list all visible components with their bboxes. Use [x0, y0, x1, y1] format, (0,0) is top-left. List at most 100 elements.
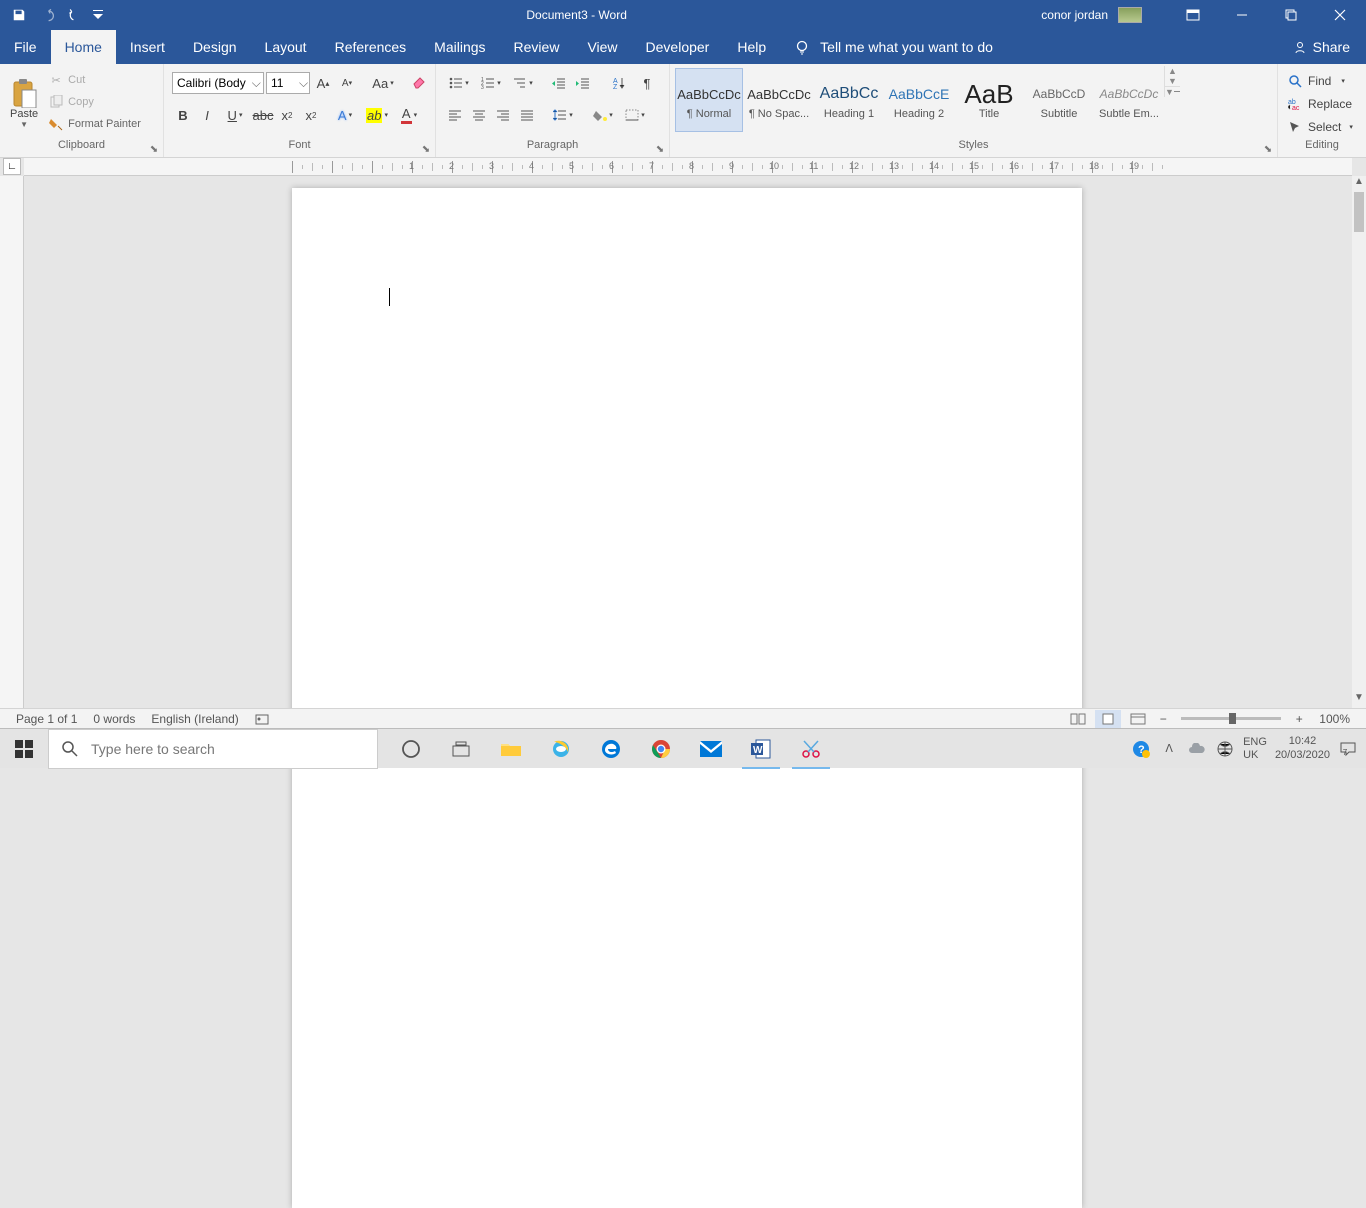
internet-explorer-button[interactable]	[538, 729, 584, 769]
zoom-level[interactable]: 100%	[1311, 712, 1358, 726]
italic-button[interactable]: I	[196, 104, 218, 126]
font-launcher[interactable]: ⬊	[419, 142, 433, 156]
edge-button[interactable]	[588, 729, 634, 769]
start-button[interactable]	[0, 729, 48, 769]
tab-developer[interactable]: Developer	[632, 30, 724, 64]
strikethrough-button[interactable]: abc	[252, 104, 274, 126]
font-color-button[interactable]: A▾	[394, 104, 424, 126]
taskbar-search[interactable]: Type here to search	[48, 729, 378, 769]
tab-help[interactable]: Help	[723, 30, 780, 64]
shading-button[interactable]: ▾	[588, 104, 618, 126]
save-button[interactable]	[6, 2, 32, 28]
borders-button[interactable]: ▾	[620, 104, 650, 126]
clipboard-launcher[interactable]: ⬊	[147, 142, 161, 156]
font-size-input[interactable]	[267, 76, 298, 90]
bullets-button[interactable]: ▾	[444, 72, 474, 94]
task-view-button[interactable]	[438, 729, 484, 769]
user-avatar[interactable]	[1118, 7, 1142, 23]
style---no-spac---[interactable]: AaBbCcDc¶ No Spac...	[745, 68, 813, 132]
zoom-slider[interactable]	[1181, 717, 1281, 720]
language-indicator[interactable]: ENG UK	[1243, 736, 1267, 760]
styles-launcher[interactable]: ⬊	[1261, 142, 1275, 156]
gallery-scroll-down[interactable]: ▼	[1165, 76, 1180, 86]
clear-formatting-button[interactable]	[408, 72, 430, 94]
macro-recording-button[interactable]	[247, 712, 277, 726]
select-button[interactable]: Select ▾	[1282, 115, 1359, 138]
scroll-thumb[interactable]	[1354, 192, 1364, 232]
scroll-down-button[interactable]: ▼	[1352, 692, 1366, 708]
web-layout-button[interactable]	[1125, 710, 1151, 728]
paragraph-launcher[interactable]: ⬊	[653, 142, 667, 156]
document-page[interactable]	[292, 188, 1082, 1208]
close-button[interactable]	[1317, 0, 1362, 30]
tab-insert[interactable]: Insert	[116, 30, 179, 64]
chevron-down-icon[interactable]: ⌵	[298, 76, 309, 91]
tab-review[interactable]: Review	[500, 30, 574, 64]
find-button[interactable]: Find ▾	[1282, 69, 1359, 92]
tab-selector-button[interactable]: ∟	[3, 158, 21, 175]
gallery-expand[interactable]: ▼	[1165, 86, 1180, 97]
sort-button[interactable]: AZ	[604, 72, 634, 94]
font-name-input[interactable]	[173, 76, 250, 90]
cortana-button[interactable]	[388, 729, 434, 769]
justify-button[interactable]	[516, 104, 538, 126]
redo-button[interactable]	[62, 2, 88, 28]
vertical-ruler[interactable]	[0, 176, 24, 708]
minimize-button[interactable]	[1219, 0, 1264, 30]
shrink-font-button[interactable]: A▾	[336, 72, 358, 94]
network-tray-icon[interactable]	[1215, 739, 1235, 759]
copy-button[interactable]: Copy	[44, 91, 145, 113]
superscript-button[interactable]: x2	[300, 104, 322, 126]
word-count-status[interactable]: 0 words	[85, 712, 143, 726]
qat-customize-button[interactable]	[90, 2, 106, 28]
bold-button[interactable]: B	[172, 104, 194, 126]
style-title[interactable]: AaBTitle	[955, 68, 1023, 132]
language-status[interactable]: English (Ireland)	[143, 712, 246, 726]
style-heading-1[interactable]: AaBbCcHeading 1	[815, 68, 883, 132]
chrome-button[interactable]	[638, 729, 684, 769]
zoom-slider-knob[interactable]	[1229, 713, 1236, 724]
tab-design[interactable]: Design	[179, 30, 251, 64]
tab-home[interactable]: Home	[51, 30, 116, 64]
read-mode-button[interactable]	[1065, 710, 1091, 728]
action-center-button[interactable]: 7	[1338, 739, 1358, 759]
align-right-button[interactable]	[492, 104, 514, 126]
word-button[interactable]: W	[738, 729, 784, 769]
share-button[interactable]: Share	[1277, 30, 1366, 64]
ribbon-display-options-button[interactable]	[1170, 0, 1215, 30]
tab-file[interactable]: File	[0, 30, 51, 64]
user-name[interactable]: conor jordan	[1041, 8, 1114, 22]
clock[interactable]: 10:42 20/03/2020	[1275, 735, 1330, 761]
snipping-tool-button[interactable]	[788, 729, 834, 769]
highlight-button[interactable]: ab▾	[362, 104, 392, 126]
style-subtle-em---[interactable]: AaBbCcDcSubtle Em...	[1095, 68, 1163, 132]
underline-button[interactable]: U▾	[220, 104, 250, 126]
chevron-down-icon[interactable]: ⌵	[250, 76, 263, 91]
file-explorer-button[interactable]	[488, 729, 534, 769]
page-number-status[interactable]: Page 1 of 1	[8, 712, 85, 726]
text-effects-button[interactable]: A▾	[330, 104, 360, 126]
undo-button[interactable]	[34, 2, 60, 28]
subscript-button[interactable]: x2	[276, 104, 298, 126]
numbering-button[interactable]: 123▾	[476, 72, 506, 94]
tab-mailings[interactable]: Mailings	[420, 30, 499, 64]
gallery-scroll-up[interactable]: ▲	[1165, 66, 1180, 76]
cut-button[interactable]: ✂ Cut	[44, 69, 145, 91]
zoom-in-button[interactable]: +	[1291, 712, 1307, 726]
vertical-scrollbar[interactable]: ▲ ▼	[1352, 176, 1366, 708]
line-spacing-button[interactable]: ▾	[548, 104, 578, 126]
help-tray-icon[interactable]: ?	[1131, 739, 1151, 759]
font-name-combo[interactable]: ⌵	[172, 72, 264, 94]
mail-button[interactable]	[688, 729, 734, 769]
horizontal-ruler[interactable]: 12345678910111213141516171819	[24, 158, 1352, 176]
increase-indent-button[interactable]	[572, 72, 594, 94]
align-left-button[interactable]	[444, 104, 466, 126]
multilevel-list-button[interactable]: ▾	[508, 72, 538, 94]
replace-button[interactable]: abac Replace	[1282, 92, 1359, 115]
tab-layout[interactable]: Layout	[251, 30, 321, 64]
show-paragraph-marks-button[interactable]: ¶	[636, 72, 658, 94]
align-center-button[interactable]	[468, 104, 490, 126]
zoom-out-button[interactable]: −	[1155, 712, 1171, 726]
style---normal[interactable]: AaBbCcDc¶ Normal	[675, 68, 743, 132]
print-layout-button[interactable]	[1095, 710, 1121, 728]
